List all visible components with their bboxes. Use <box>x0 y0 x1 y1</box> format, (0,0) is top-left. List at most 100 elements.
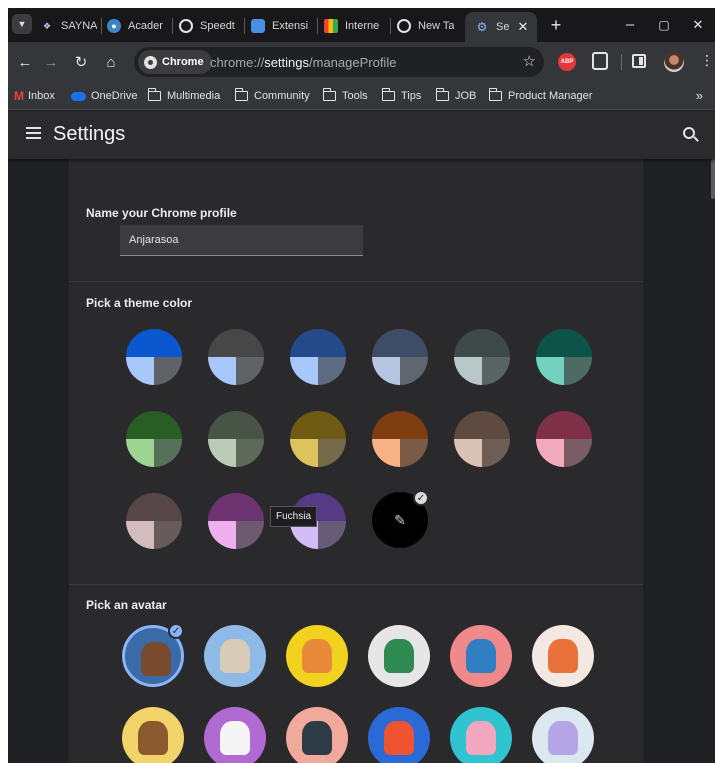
origami-rabbit-avatar[interactable] <box>450 707 512 763</box>
onedrive-icon <box>71 91 86 101</box>
theme-color-swatch[interactable] <box>536 329 592 385</box>
bookmark-tools[interactable]: Tools <box>322 87 368 105</box>
tab-speedtest[interactable]: Speedt <box>179 12 241 40</box>
tab-extensions[interactable]: Extensi <box>251 12 314 40</box>
theme-color-swatch[interactable] <box>126 411 182 467</box>
theme-color-swatch[interactable] <box>290 329 346 385</box>
home-button[interactable]: ⌂ <box>100 51 122 73</box>
tab-search-button[interactable]: ▼ <box>12 14 32 34</box>
swatch-part <box>372 357 400 385</box>
swatch-part <box>372 439 400 467</box>
theme-color-swatch[interactable] <box>126 493 182 549</box>
extensions-puzzle-icon[interactable] <box>592 52 608 70</box>
tab-new-tab[interactable]: New Ta <box>397 12 461 40</box>
settings-content: Name your Chrome profile Pick a theme co… <box>8 159 715 763</box>
swatch-part <box>208 493 264 521</box>
back-button[interactable]: ← <box>14 51 36 73</box>
close-tab-icon[interactable]: ✕ <box>517 19 528 35</box>
swatch-part <box>318 439 346 467</box>
tab-academy[interactable]: ● Acader <box>107 12 169 40</box>
bookmark-inbox[interactable]: M Inbox <box>14 87 55 105</box>
sayna-icon: ❖ <box>42 20 52 31</box>
more-bookmarks-icon[interactable]: » <box>696 88 703 103</box>
url-text[interactable]: chrome://settings/manageProfile <box>210 55 396 70</box>
profile-avatar-button[interactable] <box>664 52 684 72</box>
page-title: Settings <box>53 123 126 145</box>
origami-corgi-avatar[interactable] <box>286 625 348 687</box>
side-panel-icon[interactable] <box>632 54 646 68</box>
main-menu-icon[interactable] <box>26 127 41 139</box>
section-divider <box>69 584 643 585</box>
theme-color-swatch[interactable] <box>290 411 346 467</box>
bookmark-tips[interactable]: Tips <box>381 87 421 105</box>
swatch-part <box>126 521 154 549</box>
theme-color-swatch[interactable] <box>372 329 428 385</box>
close-window-button[interactable]: ✕ <box>680 12 715 38</box>
adblock-plus-extension[interactable]: ABP <box>558 53 576 71</box>
tab-settings[interactable]: ⚙ Se ✕ <box>465 12 537 42</box>
profile-name-input[interactable] <box>120 225 363 256</box>
swatch-part <box>126 439 154 467</box>
new-tab-button[interactable]: + <box>538 12 574 38</box>
avatar-figure <box>466 639 496 673</box>
swatch-part <box>126 329 182 357</box>
theme-color-swatch[interactable] <box>208 411 264 467</box>
swatch-part <box>454 411 510 439</box>
bookmark-multimedia[interactable]: Multimedia <box>147 87 220 105</box>
origami-monkey-avatar[interactable] <box>122 707 184 763</box>
bookmark-onedrive[interactable]: OneDrive <box>71 87 137 105</box>
origami-penguin-avatar[interactable] <box>286 707 348 763</box>
avatar-figure <box>302 721 332 755</box>
more-menu-icon[interactable]: ⋮ <box>700 52 714 69</box>
origami-elephant-avatar[interactable] <box>450 625 512 687</box>
folder-icon <box>381 88 395 101</box>
swatch-part <box>208 357 236 385</box>
swatch-part <box>372 411 428 439</box>
swatch-part <box>454 329 510 357</box>
theme-color-swatch[interactable] <box>372 411 428 467</box>
reload-button[interactable]: ↻ <box>70 51 92 73</box>
forward-button[interactable]: → <box>40 51 62 73</box>
origami-fox-avatar[interactable] <box>532 625 594 687</box>
bookmark-product-manager[interactable]: Product Manager <box>488 87 592 105</box>
origami-cat-avatar[interactable] <box>204 625 266 687</box>
swatch-part <box>208 521 236 549</box>
swatch-part <box>290 357 318 385</box>
theme-color-swatch[interactable] <box>208 329 264 385</box>
origami-dragon-avatar[interactable] <box>368 625 430 687</box>
folder-icon <box>322 88 336 101</box>
swatch-part <box>400 439 428 467</box>
chrome-icon <box>144 55 157 69</box>
swatch-part <box>208 439 236 467</box>
theme-color-swatch[interactable] <box>454 411 510 467</box>
tab-separator <box>317 18 318 34</box>
avatar-figure <box>220 639 250 673</box>
maximize-button[interactable]: ▢ <box>646 12 682 38</box>
section-divider <box>69 281 643 282</box>
search-icon[interactable] <box>683 127 695 139</box>
swatch-part <box>454 439 482 467</box>
swatch-part <box>536 439 564 467</box>
theme-color-swatch[interactable] <box>208 493 264 549</box>
origami-unicorn-avatar[interactable] <box>532 707 594 763</box>
scrollbar[interactable] <box>711 159 715 199</box>
bookmark-job[interactable]: JOB <box>435 87 476 105</box>
theme-color-swatch[interactable] <box>126 329 182 385</box>
theme-color-swatch[interactable] <box>454 329 510 385</box>
address-bar[interactable]: Chrome chrome://settings/manageProfile ☆ <box>134 47 544 77</box>
swatch-part <box>126 493 182 521</box>
tab-separator <box>172 18 173 34</box>
theme-color-swatch[interactable] <box>536 411 592 467</box>
tab-sayna[interactable]: ❖ SAYNA <box>40 12 98 40</box>
origami-panda-avatar[interactable] <box>204 707 266 763</box>
toolbar-divider <box>621 54 622 70</box>
avatar-figure <box>548 639 578 673</box>
bookmark-star-icon[interactable]: ☆ <box>523 52 536 70</box>
bookmark-community[interactable]: Community <box>234 87 310 105</box>
tab-internet[interactable]: Interne <box>324 12 386 40</box>
folder-icon <box>435 88 449 101</box>
minimize-button[interactable]: – <box>612 12 648 38</box>
settings-icon: ⚙ <box>476 20 488 34</box>
origami-butterfly-avatar[interactable] <box>368 707 430 763</box>
site-info-chip[interactable]: Chrome <box>138 50 212 74</box>
